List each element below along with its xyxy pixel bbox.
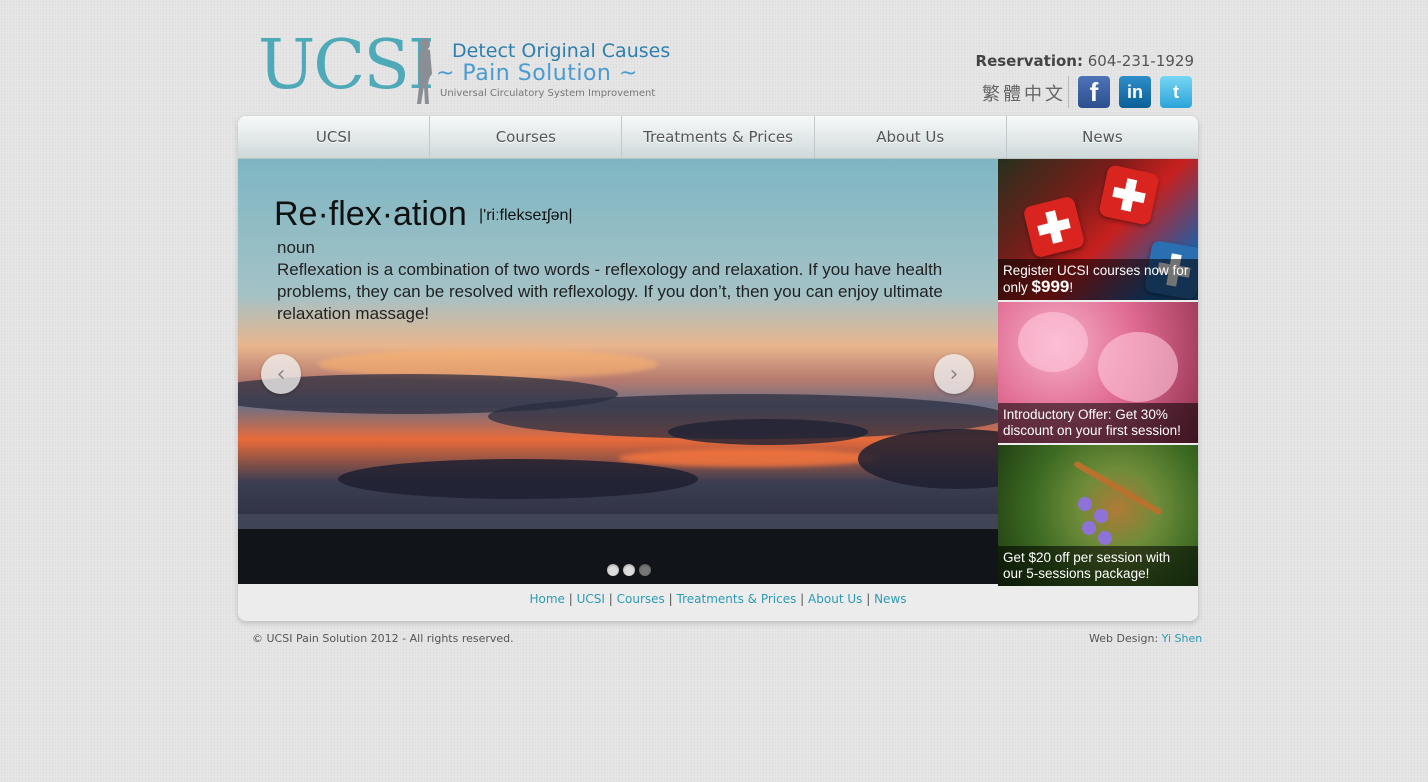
footer-separator: | [668,592,673,606]
web-design-credit: Web Design: Yi Shen [1089,632,1202,645]
chevron-right-icon: › [949,361,959,387]
promo-caption: Get $20 off per session with our 5-sessi… [998,546,1198,586]
logo-tagline-subtitle: Universal Circulatory System Improvement [440,88,656,99]
slide-part-of-speech: noun [277,238,315,257]
footer-separator: | [800,592,805,606]
slider-dot-3[interactable] [639,564,651,576]
footer-link-about-us[interactable]: About Us [808,592,862,606]
nav-item-treatments-prices[interactable]: Treatments & Prices [622,116,815,158]
footer-link-news[interactable]: News [874,592,906,606]
promo-courses[interactable]: Register UCSI courses now for only $999! [998,159,1198,300]
nav-item-news[interactable]: News [1007,116,1198,158]
promo-package-discount[interactable]: Get $20 off per session with our 5-sessi… [998,445,1198,586]
footer-link-ucsi[interactable]: UCSI [577,592,605,606]
reservation-info: Reservation: 604-231-1929 [976,52,1194,70]
credit-designer-link[interactable]: Yi Shen [1162,632,1203,645]
sunset-glow [618,449,878,467]
nav-item-ucsi[interactable]: UCSI [238,116,431,158]
reservation-phone[interactable]: 604-231-1929 [1088,52,1194,70]
slider-prev-button[interactable]: ‹ [261,354,301,394]
nav-item-courses[interactable]: Courses [430,116,623,158]
footer-link-home[interactable]: Home [529,592,564,606]
slide-pronunciation: |'riːflekseɪʃən| [479,207,573,224]
slide-definition: Reflexation is a combination of two word… [277,260,943,323]
footer-separator: | [568,592,573,606]
header-divider [1068,76,1069,108]
flower-cluster [1018,312,1088,372]
footer-link-treatments-prices[interactable]: Treatments & Prices [677,592,797,606]
language-link-chinese[interactable]: 繁體中文 [982,80,1066,106]
slide-word: Re·flex·ation [274,195,467,233]
flower-cluster [1098,332,1178,402]
lavender-flower [1082,521,1096,535]
slider-dot-2[interactable] [623,564,635,576]
promo-caption-end: ! [1069,280,1074,295]
facebook-icon[interactable]: f [1078,76,1110,108]
promo-price: $999 [1031,277,1070,296]
footer-separator: | [608,592,613,606]
promo-caption: Introductory Offer: Get 30% discount on … [998,403,1198,443]
human-figure-icon [417,38,432,104]
nav-item-about-us[interactable]: About Us [815,116,1007,158]
cloud [338,459,698,499]
promo-introductory-offer[interactable]: Introductory Offer: Get 30% discount on … [998,302,1198,443]
hero-slider: Re·flex·ation |'riːflekseɪʃən| noun Refl… [238,159,998,584]
logo-tagline-secondary: ~ Pain Solution ~ [436,61,638,86]
logo-tagline-primary: Detect Original Causes [452,40,671,62]
lavender-flower [1098,531,1112,545]
footer-nav: Home | UCSI | Courses | Treatments & Pri… [238,592,1198,606]
promo-caption: Register UCSI courses now for only $999! [998,259,1198,300]
linkedin-icon[interactable]: in [1119,76,1151,108]
first-aid-cross-icon [1022,195,1086,259]
copyright-text: © UCSI Pain Solution 2012 - All rights r… [252,632,514,645]
main-nav: UCSI Courses Treatments & Prices About U… [238,116,1198,159]
footer-separator: | [866,592,871,606]
slider-dot-1[interactable] [607,564,619,576]
lavender-flower [1078,497,1092,511]
site-logo[interactable]: UCSI Detect Original Causes ~ Pain Solut… [258,30,670,108]
main-panel: UCSI Courses Treatments & Prices About U… [238,116,1198,621]
twitter-icon[interactable]: t [1160,76,1192,108]
site-header: UCSI Detect Original Causes ~ Pain Solut… [238,30,1198,114]
slider-next-button[interactable]: › [934,354,974,394]
cloud [668,419,868,445]
cloud [858,429,998,489]
footer-link-courses[interactable]: Courses [617,592,665,606]
reservation-label: Reservation: [975,52,1083,70]
lavender-flower [1094,509,1108,523]
first-aid-cross-icon [1098,164,1160,226]
credit-label: Web Design: [1089,632,1159,645]
slider-pagination [607,564,651,576]
chevron-left-icon: ‹ [276,361,286,387]
logo-brand: UCSI [258,26,435,105]
